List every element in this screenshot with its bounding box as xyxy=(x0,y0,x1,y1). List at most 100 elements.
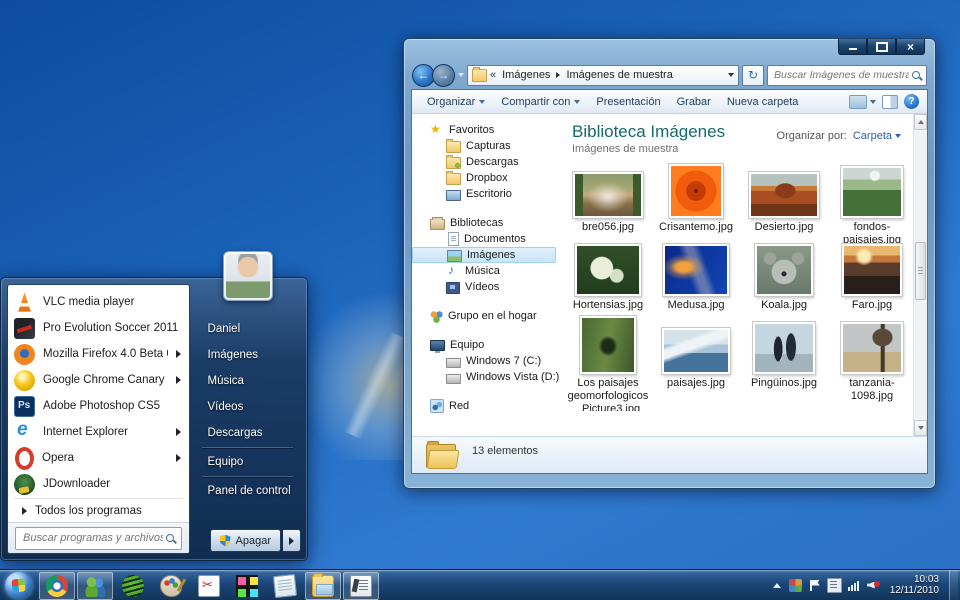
breadcrumb-crumb-imagenes-de-muestra[interactable]: Imágenes de muestra xyxy=(563,68,675,82)
shutdown-options-button[interactable] xyxy=(283,529,301,552)
sidebar-item-bibliotecas[interactable]: Bibliotecas xyxy=(412,215,560,231)
shutdown-button[interactable]: Apagar xyxy=(210,529,281,552)
address-dropdown-icon[interactable] xyxy=(728,73,734,77)
toolbar-button-compartir-con[interactable]: Compartir con xyxy=(494,93,587,111)
wordpad-icon xyxy=(350,575,372,597)
taskbar-button-color-grid[interactable] xyxy=(229,572,265,600)
forward-button[interactable]: → xyxy=(432,64,455,87)
file-item[interactable]: tanzania-1098.jpg xyxy=(828,315,916,411)
close-button[interactable]: × xyxy=(896,39,925,55)
sidebar-item-escritorio[interactable]: Escritorio xyxy=(412,186,560,202)
minimize-button[interactable] xyxy=(838,39,867,55)
taskbar-clock[interactable]: 10:03 12/11/2010 xyxy=(890,574,939,596)
avatar-picture xyxy=(226,254,270,298)
shutdown-row: Apagar xyxy=(194,529,301,554)
toolbar-button-nueva-carpeta[interactable]: Nueva carpeta xyxy=(720,93,806,111)
sidebar-item-m-sica[interactable]: Música xyxy=(412,263,560,279)
start-program-jdownloader[interactable]: JDownloader xyxy=(8,471,189,497)
breadcrumb-crumb-imagenes[interactable]: Imágenes xyxy=(499,68,553,82)
help-button[interactable]: ? xyxy=(904,94,919,109)
start-program-opera[interactable]: Opera xyxy=(8,445,189,471)
start-program-internet-explorer[interactable]: Internet Explorer xyxy=(8,419,189,445)
file-item[interactable]: Crisantemo.jpg xyxy=(652,159,740,237)
file-item[interactable]: Medusa.jpg xyxy=(652,237,740,315)
sidebar-item-dropbox[interactable]: Dropbox xyxy=(412,170,560,186)
start-button[interactable] xyxy=(5,572,32,599)
file-item[interactable]: Desierto.jpg xyxy=(740,159,828,237)
taskbar-button-explorer[interactable] xyxy=(305,572,341,600)
sidebar-item-equipo[interactable]: Equipo xyxy=(412,337,560,353)
folder-large-icon xyxy=(426,442,458,468)
scrollbar-thumb[interactable] xyxy=(915,242,926,300)
sidebar-item-windows-vista-d[interactable]: Windows Vista (D:) xyxy=(412,369,560,385)
explorer-search-input[interactable] xyxy=(772,68,911,82)
clipboard-icon[interactable] xyxy=(827,578,842,593)
start-right-item-im-genes[interactable]: Imágenes xyxy=(194,342,301,368)
start-right-item-equipo[interactable]: Equipo xyxy=(194,449,301,475)
start-program-vlc-media-player[interactable]: VLC media player xyxy=(8,289,189,315)
scroll-down-button[interactable] xyxy=(914,420,927,436)
maximize-button[interactable] xyxy=(867,39,896,55)
taskbar-button-spotify[interactable] xyxy=(115,572,151,600)
start-program-adobe-photoshop-cs5[interactable]: Adobe Photoshop CS5 xyxy=(8,393,189,419)
taskbar-button-notepad[interactable] xyxy=(267,572,303,600)
taskbar-button-snipping[interactable] xyxy=(191,572,227,600)
taskbar-button-chrome[interactable] xyxy=(39,572,75,600)
start-search-box[interactable] xyxy=(15,527,182,550)
file-item[interactable]: Pingüinos.jpg xyxy=(740,315,828,411)
window-body: OrganizarCompartir conPresentaciónGrabar… xyxy=(411,89,928,474)
start-right-item-v-deos[interactable]: Vídeos xyxy=(194,394,301,420)
start-right-item-panel-de-control[interactable]: Panel de control xyxy=(194,478,301,504)
show-desktop-button[interactable] xyxy=(949,570,958,600)
start-program-google-chrome-canary-build[interactable]: Google Chrome Canary Build xyxy=(8,367,189,393)
network-signal-icon[interactable] xyxy=(848,579,861,592)
start-search-input[interactable] xyxy=(21,531,165,545)
file-item[interactable]: Koala.jpg xyxy=(740,237,828,315)
sidebar-item-favoritos[interactable]: Favoritos xyxy=(412,122,560,138)
vertical-scrollbar[interactable] xyxy=(913,114,927,436)
sidebar-item-documentos[interactable]: Documentos xyxy=(412,231,560,247)
start-program-pro-evolution-soccer-2011[interactable]: Pro Evolution Soccer 2011 xyxy=(8,315,189,341)
taskbar-button-messenger[interactable] xyxy=(77,572,113,600)
sidebar-item-v-deos[interactable]: Vídeos xyxy=(412,279,560,295)
sidebar-item-red[interactable]: Red xyxy=(412,398,560,414)
toolbar-button-organizar[interactable]: Organizar xyxy=(420,93,492,111)
crumb-separator-icon[interactable] xyxy=(556,72,560,78)
sidebar-item-windows-7-c[interactable]: Windows 7 (C:) xyxy=(412,353,560,369)
user-avatar[interactable] xyxy=(223,251,273,301)
all-programs-button[interactable]: Todos los programas xyxy=(8,500,189,522)
start-right-item-m-sica[interactable]: Música xyxy=(194,368,301,394)
tray-expand-icon[interactable] xyxy=(770,579,783,592)
change-view-button[interactable] xyxy=(849,95,876,109)
breadcrumb-overflow-icon[interactable]: « xyxy=(490,69,496,81)
start-right-item-daniel[interactable]: Daniel xyxy=(194,316,301,342)
file-item[interactable]: Faro.jpg xyxy=(828,237,916,315)
file-item[interactable]: bre056.jpg xyxy=(564,159,652,237)
toolbar-button-grabar[interactable]: Grabar xyxy=(670,93,718,111)
sidebar-item-im-genes[interactable]: Imágenes xyxy=(412,247,556,263)
start-program-mozilla-firefox-4-0-beta-6[interactable]: Mozilla Firefox 4.0 Beta 6 xyxy=(8,341,189,367)
file-item[interactable]: Hortensias.jpg xyxy=(564,237,652,315)
start-right-item-descargas[interactable]: Descargas xyxy=(194,420,301,446)
breadcrumb[interactable]: « Imágenes Imágenes de muestra xyxy=(467,65,739,86)
file-item[interactable]: fondos-paisajes.jpg xyxy=(828,159,916,237)
toolbar-button-presentaci-n[interactable]: Presentación xyxy=(589,93,667,111)
rocks-green-thumbnail xyxy=(580,316,636,374)
update-icon[interactable] xyxy=(789,579,802,592)
recent-pages-dropdown-icon[interactable] xyxy=(458,73,464,77)
sidebar-item-grupo-en-el-hogar[interactable]: Grupo en el hogar xyxy=(412,308,560,324)
explorer-search-box[interactable] xyxy=(767,65,927,86)
sidebar-item-capturas[interactable]: Capturas xyxy=(412,138,560,154)
start-right-divider xyxy=(202,447,293,448)
file-item[interactable]: Los paisajes geomorfologicos_Picture3.jp… xyxy=(564,315,652,411)
sidebar-item-descargas[interactable]: Descargas xyxy=(412,154,560,170)
scroll-up-button[interactable] xyxy=(914,114,927,130)
action-center-flag-icon[interactable] xyxy=(808,579,821,592)
refresh-button[interactable]: ↻ xyxy=(742,65,764,86)
organize-by-dropdown[interactable]: Carpeta xyxy=(853,130,901,142)
file-item[interactable]: paisajes.jpg xyxy=(652,315,740,411)
preview-pane-button[interactable] xyxy=(882,95,898,109)
volume-muted-icon[interactable] xyxy=(867,579,880,592)
taskbar-button-paint[interactable] xyxy=(153,572,189,600)
taskbar-button-wordpad[interactable] xyxy=(343,572,379,600)
